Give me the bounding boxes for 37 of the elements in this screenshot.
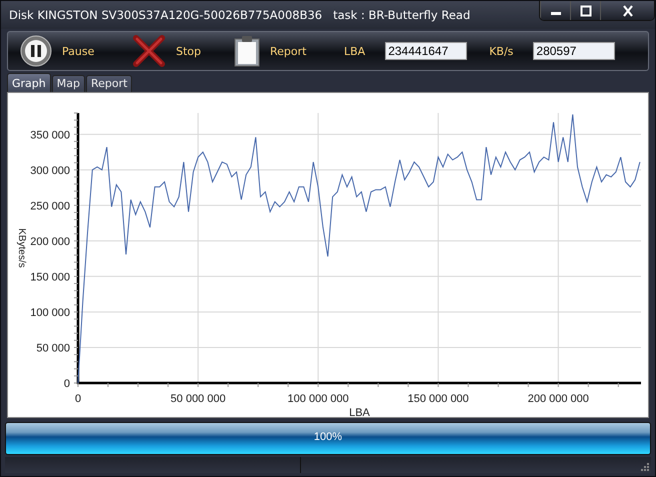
- window-title: Disk KINGSTON SV300S37A120G-50026B775A008B36 task : BR-Butterfly Read: [8, 8, 470, 22]
- y-tick-label: 250 000: [30, 200, 70, 212]
- pause-icon: [20, 35, 52, 67]
- tab[interactable]: Graph: [7, 73, 51, 92]
- clipboard-icon: [234, 35, 260, 67]
- input-field[interactable]: 280597: [533, 42, 616, 60]
- minimize-icon: [550, 12, 560, 15]
- field-label: LBA: [344, 44, 366, 58]
- tab[interactable]: Report: [86, 75, 132, 92]
- field-label: KB/s: [489, 44, 514, 58]
- x-tick-label: 0: [74, 393, 82, 405]
- resize-grip-icon[interactable]: [639, 461, 649, 471]
- x-tick-label: 50 000 000: [170, 393, 226, 405]
- y-tick-label: 50 000: [36, 342, 70, 354]
- progress-label: 100%: [312, 431, 344, 443]
- close-button[interactable]: [600, 1, 654, 20]
- report-button[interactable]: Report: [234, 35, 344, 67]
- minimize-button[interactable]: [540, 1, 570, 20]
- maximize-button[interactable]: [570, 1, 600, 20]
- close-icon: [620, 4, 634, 16]
- x-tick-label: 150 000 000: [408, 393, 469, 405]
- maximize-icon: [578, 4, 592, 16]
- x-axis-label: LBA: [349, 407, 370, 417]
- y-tick-label: 300 000: [30, 164, 70, 177]
- y-tick-label: 150 000: [30, 271, 70, 284]
- y-tick-label: 100 000: [30, 306, 70, 319]
- stop-button[interactable]: Stop: [132, 35, 234, 67]
- x-tick-label: 100 000 000: [288, 393, 349, 405]
- y-axis-label: KBytes/s: [16, 228, 27, 268]
- y-tick-label: 200 000: [30, 236, 70, 248]
- tab[interactable]: Map: [52, 75, 85, 92]
- cross-icon: [132, 35, 166, 67]
- y-tick-label: 350 000: [30, 129, 70, 142]
- x-tick-label: 200 000 000: [528, 393, 589, 405]
- y-tick-label: 0: [64, 378, 70, 390]
- pause-button[interactable]: Pause: [20, 35, 132, 67]
- input-field[interactable]: 234441647: [385, 42, 468, 60]
